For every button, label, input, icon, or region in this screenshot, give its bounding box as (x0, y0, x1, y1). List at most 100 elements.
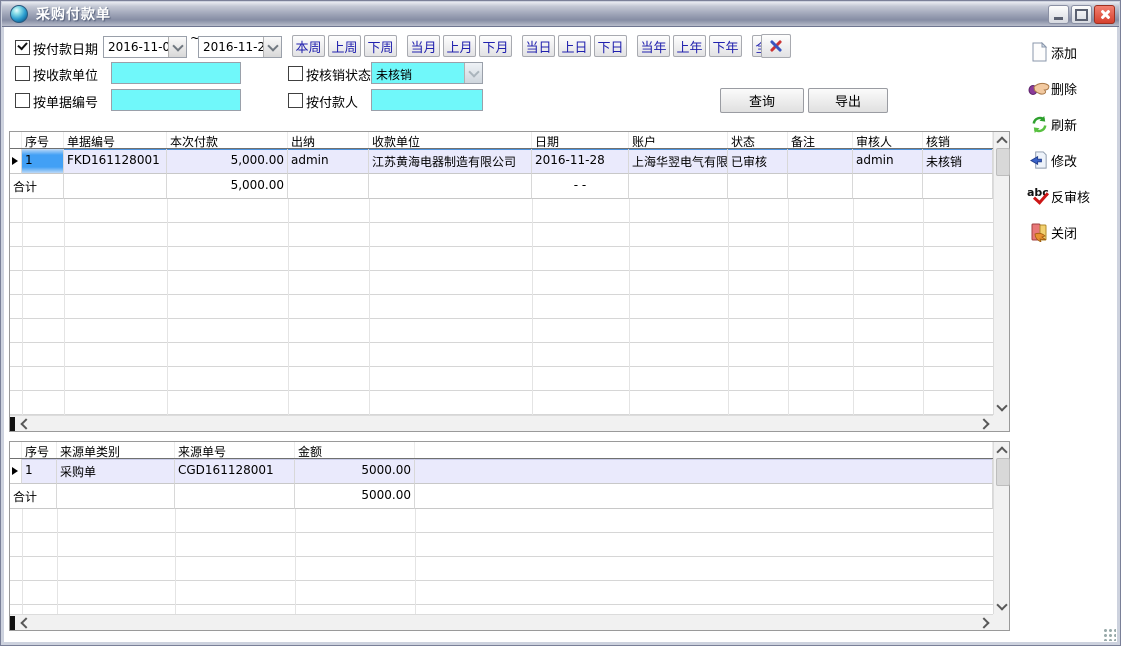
col-auditor[interactable]: 审核人 (853, 132, 923, 148)
quick-last-month-button[interactable]: 上月 (443, 35, 476, 57)
docno-label: 按单据编号 (33, 92, 98, 111)
quick-this-month-button[interactable]: 当月 (407, 35, 440, 57)
col-source-no[interactable]: 来源单号 (175, 442, 295, 458)
col-seq[interactable]: 序号 (22, 132, 64, 148)
resize-grip[interactable] (1103, 628, 1116, 641)
total-empty (175, 484, 295, 509)
col-doc-no[interactable]: 单据编号 (64, 132, 167, 148)
quick-next-year-button[interactable]: 下年 (709, 35, 742, 57)
cell-seq: 1 (22, 149, 64, 174)
col-verify[interactable]: 核销 (923, 132, 993, 148)
quick-prev-day-button[interactable]: 上日 (558, 35, 591, 57)
export-button[interactable]: 导出 (808, 88, 888, 113)
total-empty (288, 174, 369, 199)
verify-status-combo[interactable]: 未核销 (371, 62, 483, 84)
total-amount: 5000.00 (295, 484, 415, 509)
quick-today-button[interactable]: 当日 (522, 35, 555, 57)
chevron-left-icon (20, 617, 31, 628)
payment-table-row[interactable]: 1 FKD161128001 5,000.00 admin 江苏黄海电器制造有限… (10, 149, 993, 174)
date-from-dropdown-button[interactable] (168, 37, 186, 57)
col-payee[interactable]: 收款单位 (369, 132, 532, 148)
refresh-button[interactable]: 刷新 (1027, 111, 1119, 137)
docno-input[interactable] (111, 89, 241, 111)
col-remark[interactable]: 备注 (788, 132, 853, 148)
quick-this-week-button[interactable]: 本周 (292, 35, 325, 57)
scroll-right-button[interactable] (977, 615, 993, 631)
quick-next-week-button[interactable]: 下周 (364, 35, 397, 57)
maximize-button[interactable] (1071, 5, 1092, 24)
quick-last-week-button[interactable]: 上周 (328, 35, 361, 57)
chevron-up-icon (996, 446, 1007, 457)
payment-date-checkbox[interactable] (15, 40, 30, 55)
current-row-indicator (10, 149, 22, 174)
col-cashier[interactable]: 出纳 (288, 132, 369, 148)
date-to-dropdown-button[interactable] (263, 37, 281, 57)
close-button[interactable] (1094, 5, 1115, 24)
add-button[interactable]: 添加 (1027, 39, 1119, 65)
cell-cashier: admin (288, 149, 369, 174)
scrollbar-thumb[interactable] (996, 148, 1010, 176)
maximize-icon (1075, 9, 1088, 21)
payer-checkbox[interactable] (288, 93, 303, 108)
filter-tools-button[interactable] (761, 34, 791, 58)
chevron-up-icon (996, 136, 1007, 147)
scroll-left-button[interactable] (16, 615, 32, 631)
purchase-payment-window: 采购付款单 按付款日期 2016-11-01 ~ 2016-11-28 本周 上… (0, 0, 1121, 646)
source-table-row[interactable]: 1 采购单 CGD161128001 5000.00 (10, 459, 993, 484)
date-to-combo[interactable]: 2016-11-28 (198, 36, 282, 58)
cell-verify: 未核销 (923, 149, 993, 174)
quick-this-year-button[interactable]: 当年 (637, 35, 670, 57)
payee-input[interactable] (111, 62, 241, 84)
scroll-right-button[interactable] (977, 416, 993, 432)
total-amount: 5,000.00 (167, 174, 288, 199)
date-from-combo[interactable]: 2016-11-01 (103, 36, 187, 58)
query-button[interactable]: 查询 (720, 88, 804, 113)
empty-rows-area (10, 509, 993, 614)
scrollbar-divider (10, 417, 15, 431)
close-window-button[interactable]: 关闭 (1027, 219, 1119, 245)
row-indicator-header (10, 442, 22, 458)
chevron-down-icon (996, 599, 1007, 610)
refresh-icon (1027, 113, 1051, 135)
col-amount[interactable]: 本次付款 (167, 132, 288, 148)
source-table-total-row: 合计 5000.00 (10, 484, 993, 509)
col-seq[interactable]: 序号 (22, 442, 57, 458)
delete-button[interactable]: 删除 (1027, 75, 1119, 101)
col-source-type[interactable]: 来源单类别 (57, 442, 175, 458)
delete-hand-icon (1027, 77, 1051, 99)
verify-status-dropdown-button[interactable] (464, 63, 482, 83)
cell-account: 上海华翌电气有限· (629, 149, 728, 174)
col-money[interactable]: 金额 (295, 442, 415, 458)
unaudit-button[interactable]: abc 反审核 (1027, 183, 1119, 209)
add-document-icon (1027, 41, 1051, 63)
quick-next-month-button[interactable]: 下月 (479, 35, 512, 57)
chevron-down-icon (996, 400, 1007, 411)
payee-checkbox[interactable] (15, 66, 30, 81)
col-status[interactable]: 状态 (728, 132, 788, 148)
vertical-scrollbar[interactable] (993, 132, 1009, 415)
scroll-up-button[interactable] (994, 442, 1010, 458)
modify-button[interactable]: 修改 (1027, 147, 1119, 173)
date-to-value: 2016-11-28 (199, 37, 263, 57)
quick-next-day-button[interactable]: 下日 (594, 35, 627, 57)
total-empty (629, 174, 728, 199)
scroll-down-button[interactable] (994, 399, 1010, 415)
scrollbar-thumb[interactable] (996, 458, 1010, 486)
row-arrow-icon (12, 157, 18, 165)
window-title: 采购付款单 (36, 4, 111, 24)
horizontal-scrollbar[interactable] (10, 614, 993, 630)
docno-checkbox[interactable] (15, 93, 30, 108)
scroll-down-button[interactable] (994, 598, 1010, 614)
scroll-up-button[interactable] (994, 132, 1010, 148)
payer-input[interactable] (371, 89, 483, 111)
col-date[interactable]: 日期 (532, 132, 629, 148)
horizontal-scrollbar[interactable] (10, 415, 993, 431)
total-empty (788, 174, 853, 199)
scroll-left-button[interactable] (16, 416, 32, 432)
col-account[interactable]: 账户 (629, 132, 728, 148)
minimize-button[interactable] (1048, 5, 1069, 24)
quick-last-year-button[interactable]: 上年 (673, 35, 706, 57)
chevron-down-icon (468, 66, 479, 77)
vertical-scrollbar[interactable] (993, 442, 1009, 614)
verify-status-checkbox[interactable] (288, 66, 303, 81)
